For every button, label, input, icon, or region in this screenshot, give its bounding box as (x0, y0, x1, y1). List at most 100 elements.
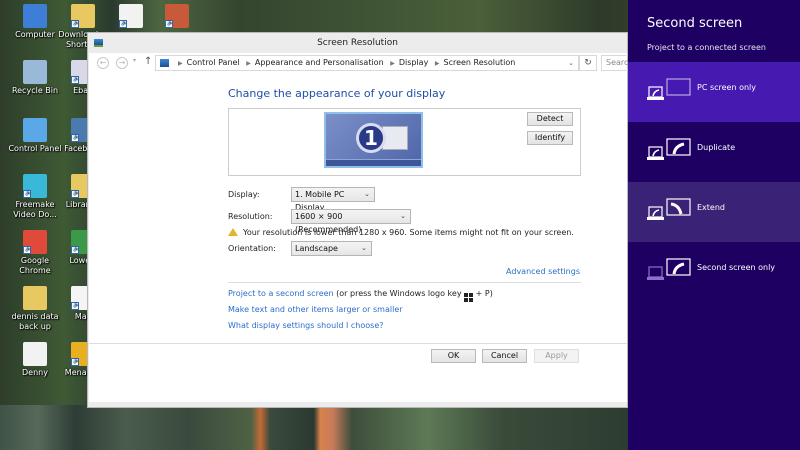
warning-text: Your resolution is lower than 1280 x 960… (243, 228, 574, 237)
projection-mode-icon (647, 78, 691, 100)
desktop-icon-label: Control Panel (8, 144, 62, 153)
desktop-icon-label: Denny (22, 368, 48, 377)
cancel-button[interactable]: Cancel (482, 349, 527, 363)
projection-option-label: Duplicate (697, 143, 736, 152)
window-icon (94, 39, 103, 47)
up-button[interactable]: ↑ (144, 56, 152, 67)
computer-icon (23, 4, 47, 28)
desktop-icon[interactable]: Computer (8, 4, 62, 40)
text-size-link[interactable]: Make text and other items larger or smal… (228, 305, 403, 314)
project-second-screen-row: Project to a second screen (or press the… (228, 289, 493, 302)
breadcrumb-item[interactable]: Appearance and Personalisation (255, 58, 384, 67)
control-panel-icon (160, 59, 169, 67)
display-label: Display: (228, 190, 260, 199)
shortcut-arrow-icon: ↗ (71, 246, 79, 254)
shortcut-arrow-icon: ↗ (71, 76, 79, 84)
identify-button[interactable]: Identify (527, 131, 573, 145)
shortcut-arrow-icon: ↗ (23, 190, 31, 198)
refresh-button[interactable]: ↻ (579, 55, 597, 71)
desktop-icon[interactable]: dennis data back up (8, 286, 62, 332)
desktop-icon[interactable]: Control Panel (8, 118, 62, 154)
desktop-icon[interactable]: Recycle Bin (8, 60, 62, 96)
chrome-icon: ↗ (23, 230, 47, 254)
project-second-screen-link[interactable]: Project to a second screen (228, 289, 334, 298)
projection-mode-icon (647, 198, 691, 220)
monitor-1[interactable]: 1 (324, 112, 423, 168)
resolution-select[interactable]: 1600 × 900 (Recommended) ⌄ (291, 209, 411, 234)
monitor-number: 1 (356, 123, 386, 153)
shortcut-arrow-icon: ↗ (71, 134, 79, 142)
desktop-icon[interactable]: Denny (8, 342, 62, 378)
recycle-bin-icon (23, 60, 47, 84)
shortcut-arrow-icon: ↗ (23, 246, 31, 254)
windows-logo-icon (464, 293, 474, 302)
video-shortcut-icon: ↗ (165, 4, 189, 28)
document-shortcut-icon: ↗ (119, 4, 143, 28)
projection-option[interactable]: Second screen only (628, 242, 800, 302)
desktop-icon-label: Freemake Video Do... (13, 200, 57, 219)
folder-icon (23, 286, 47, 310)
charm-subtitle: Project to a connected screen (647, 43, 766, 52)
address-toolbar: ← → ▾ ↑ ▶ Control Panel ▶ Appearance and P… (89, 53, 641, 73)
desktop-icon-label: Recycle Bin (11, 86, 59, 95)
chevron-down-icon: ⌄ (364, 190, 370, 198)
divider (228, 282, 581, 283)
second-screen-charm: Second screen Project to a connected scr… (628, 0, 800, 450)
breadcrumb-item[interactable]: Screen Resolution (443, 58, 515, 67)
display-select[interactable]: 1. Mobile PC Display ⌄ (291, 187, 375, 212)
desktop-icon-label: Google Chrome (19, 256, 51, 275)
project-hint-suffix: + P) (475, 289, 493, 298)
folder-download-icon: ↗ (71, 4, 95, 28)
back-button[interactable]: ← (97, 57, 109, 69)
recent-dropdown-icon[interactable]: ▾ (133, 57, 136, 64)
charm-title: Second screen (647, 16, 743, 31)
apply-button[interactable]: Apply (534, 349, 579, 363)
footer-divider (89, 343, 627, 344)
desktop-wallpaper (0, 405, 628, 450)
orientation-select[interactable]: Landscape ⌄ (291, 241, 372, 256)
orientation-label: Orientation: (228, 244, 276, 253)
desktop-icon[interactable]: ↗ Freemake Video Do... (8, 174, 62, 220)
shortcut-arrow-icon: ↗ (71, 302, 79, 310)
control-panel-icon (23, 118, 47, 142)
help-link[interactable]: What display settings should I choose? (228, 321, 384, 330)
breadcrumb-item[interactable]: Display (399, 58, 429, 67)
title-bar[interactable]: Screen Resolution (88, 33, 627, 53)
page-title: Change the appearance of your display (228, 87, 446, 100)
desktop-icon-label: Computer (15, 30, 55, 39)
resolution-label: Resolution: (228, 212, 273, 221)
ok-button[interactable]: OK (431, 349, 476, 363)
desktop-icon-label: dennis data back up (11, 312, 59, 331)
window-content: ← → ▾ ↑ ▶ Control Panel ▶ Appearance and P… (89, 53, 641, 402)
monitor-taskbar (326, 159, 421, 166)
address-dropdown-icon[interactable]: ⌄ (568, 56, 574, 70)
forward-button[interactable]: → (116, 57, 128, 69)
orientation-value: Landscape (295, 244, 338, 253)
shortcut-arrow-icon: ↗ (71, 190, 79, 198)
breadcrumb-item[interactable]: Control Panel (187, 58, 240, 67)
desktop-icon[interactable]: ↗ Google Chrome (8, 230, 62, 276)
projection-option[interactable]: Duplicate (628, 122, 800, 182)
advanced-settings-link[interactable]: Advanced settings (506, 267, 580, 276)
warning-icon (228, 228, 238, 236)
projection-option[interactable]: Extend (628, 182, 800, 242)
shortcut-arrow-icon: ↗ (165, 20, 173, 28)
shortcut-arrow-icon: ↗ (71, 20, 79, 28)
shortcut-arrow-icon: ↗ (119, 20, 127, 28)
desktop-icon[interactable]: ↗ (150, 4, 204, 30)
screen-resolution-window: Screen Resolution ← → ▾ ↑ ▶ Control Panel… (87, 32, 641, 408)
shortcut-arrow-icon: ↗ (71, 358, 79, 366)
chevron-down-icon: ⌄ (361, 244, 367, 252)
projection-option-label: Second screen only (697, 263, 776, 272)
resolution-warning: Your resolution is lower than 1280 x 960… (228, 228, 574, 237)
project-hint: (or press the Windows logo key (336, 289, 462, 298)
projection-mode-icon (647, 138, 691, 160)
detect-button[interactable]: Detect (527, 112, 573, 126)
breadcrumb[interactable]: ▶ Control Panel ▶ Appearance and Personali… (155, 55, 579, 71)
projection-option[interactable]: PC screen only (628, 62, 800, 122)
chevron-down-icon: ⌄ (400, 212, 406, 220)
projection-option-label: Extend (697, 203, 725, 212)
window-title: Screen Resolution (317, 38, 398, 48)
freemake-icon: ↗ (23, 174, 47, 198)
projection-option-label: PC screen only (697, 83, 757, 92)
